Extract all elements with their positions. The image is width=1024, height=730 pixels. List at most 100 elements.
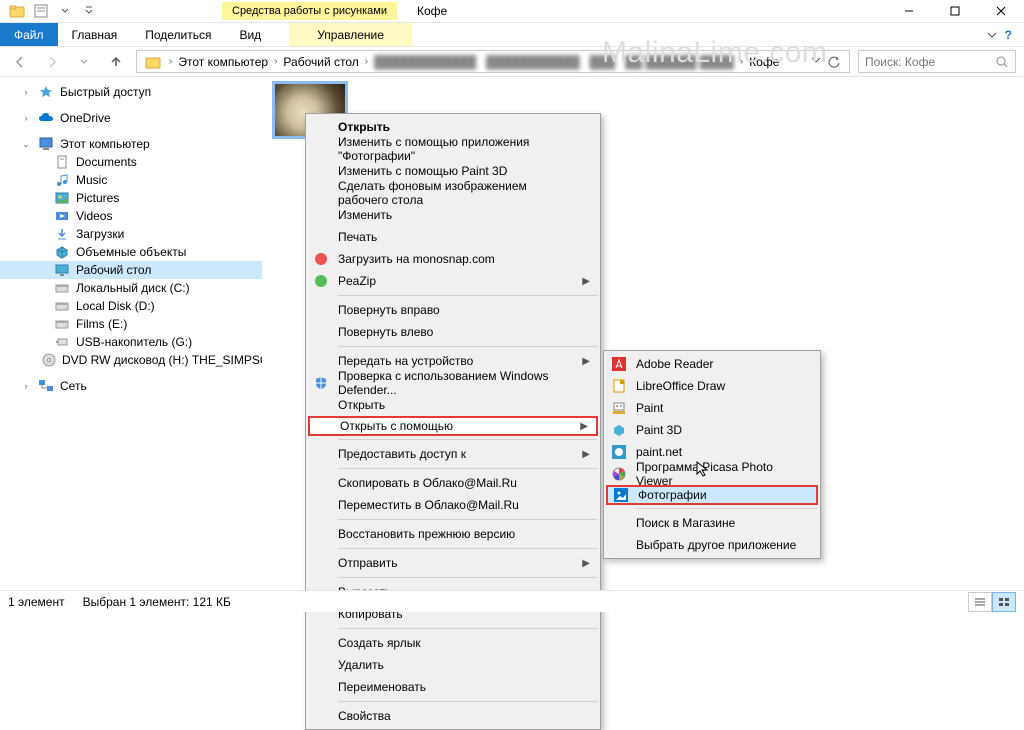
address-dropdown-icon[interactable] (811, 55, 821, 69)
search-input[interactable] (858, 50, 1016, 73)
sidebar-item[interactable]: DVD RW дисковод (H:) THE_SIMPSONS_MOVIE (0, 351, 262, 369)
monosnap-icon (313, 251, 329, 267)
properties-icon[interactable] (30, 0, 52, 22)
context-menu[interactable]: Открыть Изменить с помощью приложения "Фо… (305, 113, 601, 730)
back-button[interactable] (8, 50, 32, 74)
menu-item[interactable]: PeaZip▶ (308, 270, 598, 292)
recent-dropdown[interactable] (72, 50, 96, 74)
breadcrumb-item[interactable]: ████████████ ███████████ ███ ██ ██████ █… (372, 55, 736, 69)
sidebar-item[interactable]: Рабочий стол (0, 261, 262, 279)
sidebar-item[interactable]: Объемные объекты (0, 243, 262, 261)
menu-item[interactable]: Adobe Reader (606, 353, 818, 375)
chevron-right-icon[interactable]: › (20, 381, 32, 391)
menu-item[interactable]: Скопировать в Облако@Mail.Ru (308, 472, 598, 494)
details-view-button[interactable] (968, 592, 992, 612)
menu-item[interactable]: Поиск в Магазине (606, 512, 818, 534)
minimize-button[interactable] (886, 0, 932, 23)
sidebar[interactable]: › Быстрый доступ › OneDrive ⌄ Этот компь… (0, 77, 262, 590)
disk-icon (54, 280, 70, 296)
sidebar-item[interactable]: USB-накопитель (G:) (0, 333, 262, 351)
open-with-submenu[interactable]: Adobe ReaderLibreOffice DrawPaintPaint 3… (603, 350, 821, 559)
chevron-right-icon[interactable]: › (20, 87, 32, 97)
menu-separator (338, 548, 597, 549)
ribbon-tab-home[interactable]: Главная (58, 23, 132, 46)
chevron-right-icon[interactable]: › (20, 113, 32, 123)
up-button[interactable] (104, 50, 128, 74)
maximize-button[interactable] (932, 0, 978, 23)
menu-item[interactable]: Повернуть вправо (308, 299, 598, 321)
help-icon[interactable]: ? (1005, 28, 1012, 42)
menu-item[interactable]: Предоставить доступ к▶ (308, 443, 598, 465)
menu-item-label: Выбрать другое приложение (636, 538, 796, 552)
chevron-right-icon[interactable]: › (270, 56, 281, 67)
menu-item[interactable]: Paint (606, 397, 818, 419)
refresh-icon[interactable] (827, 55, 841, 69)
sidebar-item[interactable]: Documents (0, 153, 262, 171)
qat-dropdown-icon[interactable] (54, 0, 76, 22)
menu-item[interactable]: Переименовать (308, 676, 598, 698)
sidebar-item[interactable]: Videos (0, 207, 262, 225)
menu-item[interactable]: Фотографии (606, 485, 818, 505)
sidebar-item-quick-access[interactable]: › Быстрый доступ (0, 83, 262, 101)
ribbon-tab-share[interactable]: Поделиться (131, 23, 225, 46)
ribbon-file-tab[interactable]: Файл (0, 23, 58, 46)
sidebar-item[interactable]: Films (E:) (0, 315, 262, 333)
menu-item[interactable]: Открыть с помощью▶ (308, 416, 598, 436)
sidebar-item-this-pc[interactable]: ⌄ Этот компьютер (0, 135, 262, 153)
sidebar-item-onedrive[interactable]: › OneDrive (0, 109, 262, 127)
breadcrumb-item[interactable]: Кофе (747, 55, 781, 69)
3d-icon (54, 244, 70, 260)
menu-item[interactable]: Paint 3D (606, 419, 818, 441)
peazip-icon (313, 273, 329, 289)
sidebar-item[interactable]: Загрузки (0, 225, 262, 243)
download-icon (54, 226, 70, 242)
lodraw-icon (611, 378, 627, 394)
menu-item[interactable]: Открыть (308, 394, 598, 416)
ribbon-tab-manage[interactable]: Управление (289, 23, 412, 46)
menu-item[interactable]: Свойства (308, 705, 598, 727)
menu-item-label: Создать ярлык (338, 636, 421, 650)
sidebar-item-network[interactable]: › Сеть (0, 377, 262, 395)
disk-icon (54, 298, 70, 314)
chevron-right-icon[interactable]: › (361, 56, 372, 67)
menu-item[interactable]: Удалить (308, 654, 598, 676)
menu-item[interactable]: Сделать фоновым изображением рабочего ст… (308, 182, 598, 204)
chevron-right-icon[interactable]: › (165, 56, 176, 67)
window-title: Кофе (417, 4, 447, 18)
menu-item[interactable]: Переместить в Облако@Mail.Ru (308, 494, 598, 516)
menu-item-label: Поиск в Магазине (636, 516, 735, 530)
menu-item[interactable]: Создать ярлык (308, 632, 598, 654)
ribbon-tab-view[interactable]: Вид (225, 23, 275, 46)
chevron-right-icon[interactable]: › (736, 56, 747, 67)
menu-item[interactable]: Загрузить на monosnap.com (308, 248, 598, 270)
forward-button[interactable] (40, 50, 64, 74)
breadcrumb[interactable]: › Этот компьютер › Рабочий стол › ██████… (136, 50, 850, 73)
thumbnails-view-button[interactable] (992, 592, 1016, 612)
chevron-down-icon[interactable]: ⌄ (20, 139, 32, 150)
qat-overflow-icon[interactable] (78, 0, 100, 22)
menu-item-label: Загрузить на monosnap.com (338, 252, 495, 266)
menu-item-label: Проверка с использованием Windows Defend… (338, 369, 578, 397)
menu-item[interactable]: Изменить (308, 204, 598, 226)
sidebar-item[interactable]: Local Disk (D:) (0, 297, 262, 315)
sidebar-item[interactable]: Локальный диск (C:) (0, 279, 262, 297)
defender-icon (313, 375, 329, 391)
menu-item[interactable]: Печать (308, 226, 598, 248)
search-field[interactable] (865, 55, 995, 69)
menu-item[interactable]: Программа Picasa Photo Viewer (606, 463, 818, 485)
menu-item[interactable]: Изменить с помощью приложения "Фотографи… (308, 138, 598, 160)
close-button[interactable] (978, 0, 1024, 23)
search-icon[interactable] (995, 55, 1009, 69)
breadcrumb-item[interactable]: Этот компьютер (176, 55, 270, 69)
menu-item[interactable]: Проверка с использованием Windows Defend… (308, 372, 598, 394)
menu-item[interactable]: Выбрать другое приложение (606, 534, 818, 556)
menu-item-label: Открыть (338, 398, 385, 412)
menu-item[interactable]: LibreOffice Draw (606, 375, 818, 397)
menu-item[interactable]: Повернуть влево (308, 321, 598, 343)
menu-item[interactable]: Отправить▶ (308, 552, 598, 574)
sidebar-item[interactable]: Pictures (0, 189, 262, 207)
chevron-down-icon[interactable] (987, 30, 997, 40)
sidebar-item[interactable]: Music (0, 171, 262, 189)
menu-item[interactable]: Восстановить прежнюю версию (308, 523, 598, 545)
breadcrumb-item[interactable]: Рабочий стол (281, 55, 360, 69)
